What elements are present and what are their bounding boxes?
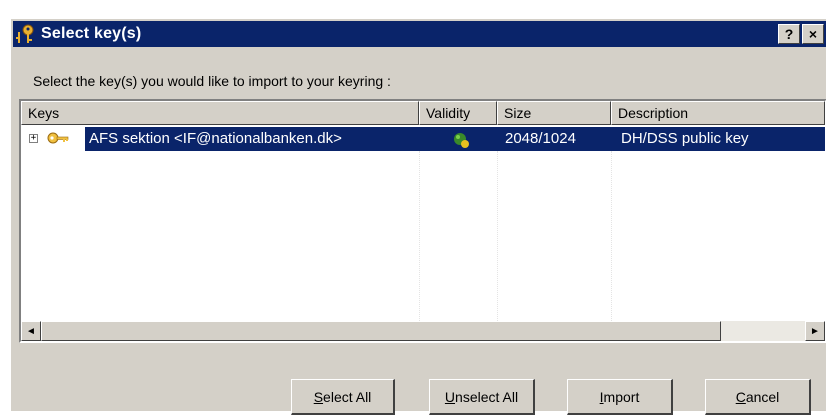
key-size: 2048/1024 xyxy=(505,130,576,147)
window-title: Select key(s) xyxy=(41,25,142,42)
title-bar[interactable]: Select key(s) ? × xyxy=(13,21,826,47)
select-all-button[interactable]: Select All xyxy=(291,379,395,415)
select-keys-dialog: Select key(s) ? × Select the key(s) you … xyxy=(10,18,826,415)
list-item[interactable]: + AFS sektion <IF@nationalbanken.dk> 204… xyxy=(21,127,825,151)
key-icon xyxy=(47,132,69,144)
help-button[interactable]: ? xyxy=(778,24,800,44)
import-button[interactable]: Import xyxy=(567,379,673,415)
key-icon xyxy=(16,24,34,43)
scroll-track[interactable] xyxy=(721,321,805,341)
list-header: Keys Validity Size Description xyxy=(21,101,825,125)
close-button[interactable]: × xyxy=(802,24,824,44)
column-header-description[interactable]: Description xyxy=(611,101,825,125)
instruction-text: Select the key(s) you would like to impo… xyxy=(33,73,391,89)
key-description: DH/DSS public key xyxy=(621,130,749,147)
cancel-button[interactable]: Cancel xyxy=(705,379,811,415)
scroll-left-button[interactable]: ◄ xyxy=(21,321,41,341)
unselect-all-button[interactable]: Unselect All xyxy=(429,379,535,415)
keys-list[interactable]: Keys Validity Size Description + AFS sek… xyxy=(19,99,826,343)
horizontal-scrollbar[interactable]: ◄ ► xyxy=(21,321,825,341)
column-header-validity[interactable]: Validity xyxy=(419,101,497,125)
expand-toggle[interactable]: + xyxy=(29,134,38,143)
scroll-thumb[interactable] xyxy=(41,321,721,341)
column-header-keys[interactable]: Keys xyxy=(21,101,419,125)
scroll-right-button[interactable]: ► xyxy=(805,321,825,341)
key-name: AFS sektion <IF@nationalbanken.dk> xyxy=(89,130,342,147)
column-header-size[interactable]: Size xyxy=(497,101,611,125)
validity-icon xyxy=(454,133,469,148)
